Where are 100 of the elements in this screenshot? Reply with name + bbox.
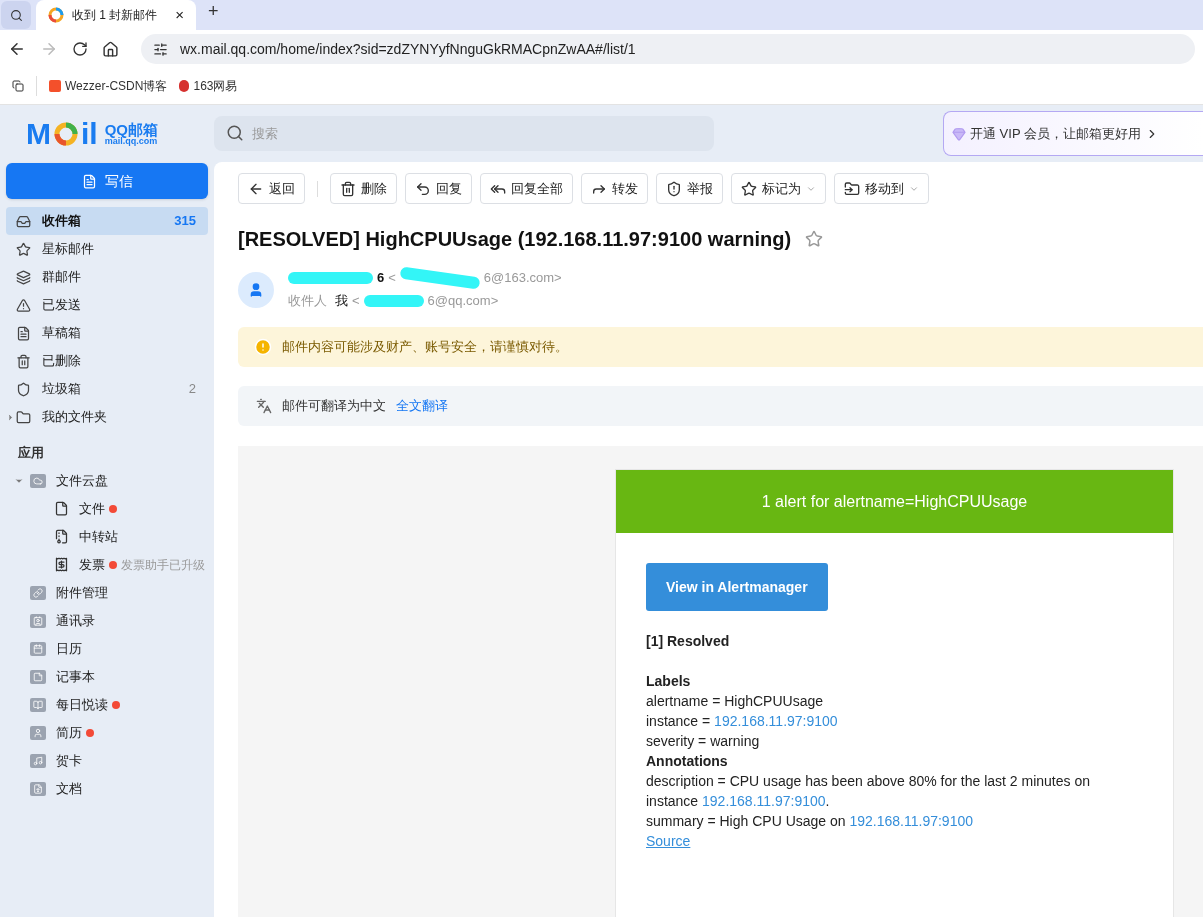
bookmark[interactable]: Wezzer-CSDN博客: [65, 77, 168, 95]
toolbar-button[interactable]: 转发: [581, 173, 648, 204]
vip-banner[interactable]: 开通 VIP 会员，让邮箱更好用: [943, 111, 1203, 156]
app-label: 附件管理: [56, 583, 108, 602]
book-icon: [30, 697, 46, 712]
logo-ring-icon: [54, 122, 78, 146]
shield-alert-icon: [666, 180, 682, 197]
tab-close-button[interactable]: ×: [175, 3, 184, 27]
contact-card-icon: [30, 613, 46, 628]
alert-line: instance = 192.168.11.97:9100: [646, 712, 839, 731]
toolbar-button[interactable]: 标记为: [731, 173, 826, 204]
calendar-icon: [30, 641, 46, 656]
folder-item[interactable]: 星标邮件: [6, 235, 208, 263]
app-item[interactable]: 简历: [6, 718, 208, 747]
folder-label: 星标邮件: [42, 240, 95, 259]
new-tab-button[interactable]: +: [208, 0, 219, 25]
toolbar-button[interactable]: 删除: [330, 173, 397, 204]
browser-tab[interactable]: 收到 1 封新邮件 ×: [36, 0, 196, 30]
logo-letters: il: [81, 119, 98, 149]
triangle-icon: [16, 297, 31, 313]
logo-domain: mail.qq.com: [104, 137, 158, 146]
avatar: [238, 271, 274, 308]
trash-icon: [340, 180, 356, 197]
toolbar-button[interactable]: 举报: [656, 173, 723, 204]
vip-text: 开通 VIP 会员，让邮箱更好用: [970, 124, 1141, 143]
app-label: 文档: [56, 779, 82, 798]
redaction-mark: [363, 295, 424, 307]
translate-link[interactable]: 全文翻译: [396, 396, 448, 416]
app-item[interactable]: 每日悦读: [6, 690, 208, 719]
app-item[interactable]: 贺卡: [6, 746, 208, 775]
annotations-heading: Annotations: [646, 752, 729, 771]
star-icon[interactable]: [805, 230, 824, 248]
folder-item[interactable]: 草稿箱: [6, 319, 208, 347]
folder-label: 收件箱: [42, 212, 82, 231]
folder-item[interactable]: 垃圾箱 2: [6, 375, 208, 403]
instance-link[interactable]: 192.168.11.97:9100: [702, 793, 826, 809]
alert-line: summary = High CPU Usage on 192.168.11.97:9100: [646, 812, 974, 831]
logo-name: QQ邮箱: [104, 122, 158, 137]
app-item[interactable]: 中转站: [6, 522, 208, 551]
recipient-email: <: [352, 292, 360, 311]
toolbar-button[interactable]: 移动到: [834, 173, 929, 204]
app-item[interactable]: 记事本: [6, 662, 208, 691]
app-item[interactable]: 日历: [6, 634, 208, 663]
folder-label: 群邮件: [42, 268, 82, 287]
email-subject: [RESOLVED] HighCPUUsage (192.168.11.97:9100 warning): [238, 227, 792, 252]
cloud-icon: [30, 473, 46, 488]
folder-item[interactable]: 收件箱 315: [6, 207, 208, 235]
source-link[interactable]: Source: [646, 833, 691, 849]
site-settings-icon[interactable]: [153, 41, 168, 57]
app-label: 每日悦读: [56, 695, 108, 714]
reply-icon: [415, 180, 431, 197]
home-icon[interactable]: [102, 40, 119, 58]
bookmark-favicon: [179, 80, 190, 92]
expand-caret-icon[interactable]: [6, 412, 15, 422]
app-item[interactable]: 文件云盘: [6, 466, 208, 495]
sender-email: <: [388, 269, 396, 288]
tab-groups-icon[interactable]: [12, 80, 24, 92]
stacked-layers-icon: [16, 269, 31, 285]
folder-count: 2: [188, 380, 196, 399]
folder-item[interactable]: 群邮件: [6, 263, 208, 291]
app-item[interactable]: 通讯录: [6, 606, 208, 635]
app-item[interactable]: 文档: [6, 774, 208, 803]
folder-item[interactable]: 已删除: [6, 347, 208, 375]
reload-icon[interactable]: [72, 41, 88, 57]
inbox-icon: [16, 213, 31, 229]
recipient-email: 6@qq.com>: [427, 292, 499, 311]
alert-line: description = CPU usage has been above 80% for the last 2 minutes on: [646, 772, 1091, 791]
instance-link[interactable]: 192.168.11.97:9100: [714, 713, 838, 729]
folder-item[interactable]: 已发送: [6, 291, 208, 319]
app-label: 记事本: [56, 667, 95, 686]
gem-icon: [952, 126, 966, 141]
app-note: 发票助手已升级: [121, 556, 205, 574]
labels-heading: Labels: [646, 672, 692, 691]
app-item[interactable]: 附件管理: [6, 578, 208, 607]
folder-move-icon: [844, 180, 860, 197]
archive-icon: [54, 529, 69, 544]
sender-email: 6@163.com>: [483, 269, 562, 288]
tab-search-button[interactable]: [1, 1, 31, 29]
shield-icon: [16, 381, 31, 397]
compose-button[interactable]: 写信: [6, 163, 208, 199]
search-icon: [226, 124, 244, 142]
bookmark[interactable]: 163网易: [193, 77, 238, 95]
app-label: 发票: [79, 555, 105, 574]
document-icon: [16, 325, 31, 341]
app-item[interactable]: 发票 发票助手已升级: [6, 550, 208, 579]
document-icon: [30, 781, 46, 796]
toolbar-button[interactable]: 回复: [405, 173, 472, 204]
folder-item[interactable]: 我的文件夹: [6, 403, 208, 431]
search-icon: [9, 8, 23, 22]
trash-icon: [16, 353, 31, 369]
logo-letters: M: [26, 119, 51, 149]
back-icon[interactable]: [8, 40, 26, 58]
app-item[interactable]: 文件: [6, 494, 208, 523]
toolbar-button[interactable]: 返回: [238, 173, 305, 204]
person-icon: [30, 725, 46, 740]
app-label: 简历: [56, 723, 82, 742]
search-field[interactable]: 搜索: [214, 116, 714, 151]
instance-link[interactable]: 192.168.11.97:9100: [849, 813, 973, 829]
app-label: 通讯录: [56, 611, 95, 630]
toolbar-button[interactable]: 回复全部: [480, 173, 573, 204]
